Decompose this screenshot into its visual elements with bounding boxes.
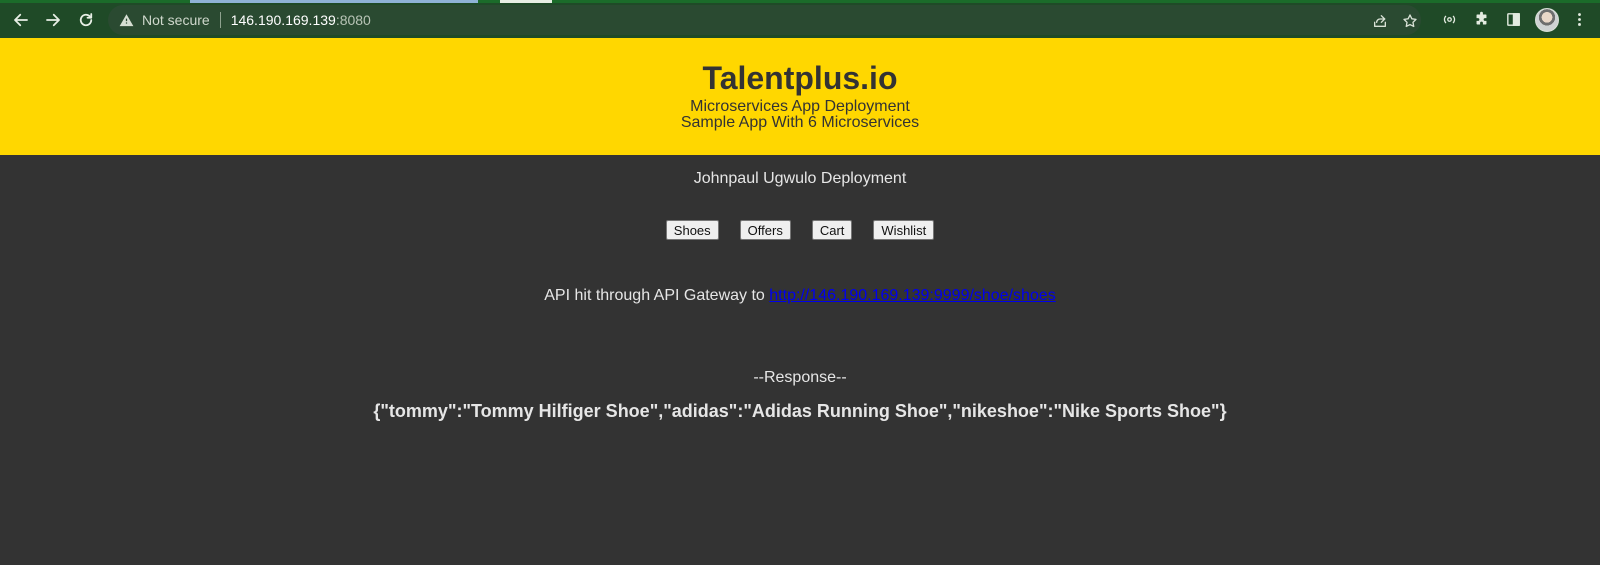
wishlist-button[interactable]: Wishlist bbox=[873, 220, 935, 240]
cart-button[interactable]: Cart bbox=[811, 220, 853, 240]
tab-strip-tab-edge[interactable] bbox=[500, 0, 552, 3]
api-gateway-link[interactable]: http://146.190.169.139:9999/shoe/shoes bbox=[769, 287, 1055, 304]
offers-button[interactable]: Offers bbox=[739, 220, 791, 240]
arrow-left-icon bbox=[14, 13, 28, 27]
arrow-right-icon bbox=[46, 13, 60, 27]
site-subtitle-sample-app: Sample App With 6 Microservices bbox=[680, 114, 920, 131]
profile-avatar[interactable] bbox=[1535, 8, 1559, 32]
site-title: Talentplus.io bbox=[702, 60, 898, 96]
back-button[interactable] bbox=[9, 8, 33, 32]
bookmark-star-icon[interactable] bbox=[1401, 12, 1419, 30]
security-status-label[interactable]: Not secure bbox=[142, 12, 210, 28]
api-gateway-prefix: API hit through API Gateway to bbox=[544, 287, 765, 304]
site-subtitle-deployment: Microservices App Deployment bbox=[690, 98, 910, 115]
share-icon[interactable] bbox=[1371, 12, 1389, 30]
puzzle-icon[interactable] bbox=[1471, 9, 1491, 29]
header-banner: Talentplus.io Microservices App Deployme… bbox=[0, 38, 1600, 155]
url-port[interactable]: :8080 bbox=[336, 12, 371, 28]
side-panel-icon[interactable] bbox=[1503, 9, 1523, 29]
tab-strip-active-tab-edge[interactable] bbox=[190, 0, 478, 3]
url-host[interactable]: 146.190.169.139 bbox=[231, 12, 336, 28]
forward-button[interactable] bbox=[41, 8, 65, 32]
service-button-row: Shoes Offers Cart Wishlist bbox=[0, 220, 1600, 240]
reload-icon bbox=[79, 13, 93, 27]
address-bar[interactable]: Not secure 146.190.169.139 :8080 bbox=[108, 5, 1421, 35]
extension-icon[interactable] bbox=[1439, 9, 1459, 29]
address-separator bbox=[219, 12, 221, 28]
warning-triangle-icon[interactable] bbox=[118, 12, 134, 28]
shoes-button[interactable]: Shoes bbox=[665, 220, 719, 240]
response-label: --Response-- bbox=[753, 369, 847, 386]
deployment-owner-text: Johnpaul Ugwulo Deployment bbox=[693, 170, 907, 187]
browser-toolbar: Not secure 146.190.169.139 :8080 bbox=[0, 0, 1600, 38]
response-body: {"tommy":"Tommy Hilfiger Shoe","adidas":… bbox=[373, 401, 1227, 421]
more-menu-icon[interactable] bbox=[1569, 9, 1589, 29]
reload-button[interactable] bbox=[74, 8, 98, 32]
api-gateway-line: API hit through API Gateway to http://14… bbox=[0, 287, 1600, 305]
